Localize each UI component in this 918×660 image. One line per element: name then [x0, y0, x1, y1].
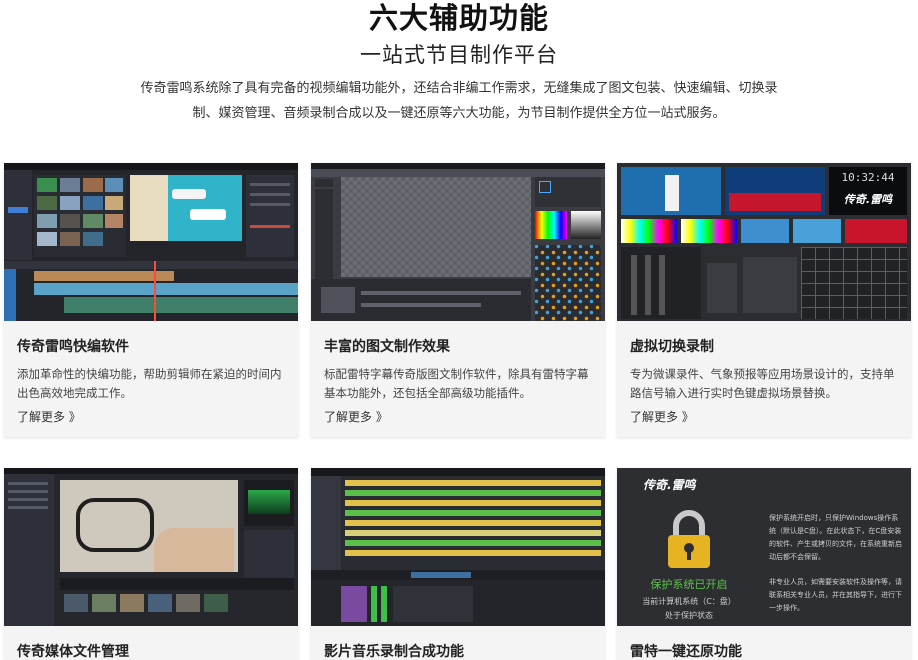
media-screenshot [4, 468, 298, 626]
card-title: 传奇雷鸣快编软件 [17, 339, 129, 355]
protection-status: 保护系统已开启 [650, 578, 728, 591]
section-title: 六大辅助功能 [368, 1, 549, 35]
card-title: 丰富的图文制作效果 [324, 339, 450, 355]
music-screenshot [311, 468, 605, 626]
card-text: 添加革命性的快编功能，帮助剪辑师在紧迫的时间内出色高效地完成工作。 [17, 367, 282, 400]
card-switcher: 10:32:44 传奇.雷鸣 虚拟切换录制 专为微课录件、气象预报等应用场景设计… [617, 163, 911, 437]
card-title: 影片音乐录制合成功能 [324, 644, 464, 660]
section-description: 传奇雷鸣系统除了具有完备的视频编辑功能外，还结合非编工作需求，无缝集成了图文包装… [140, 81, 778, 121]
quick-edit-screenshot [4, 163, 298, 321]
drive-line: 当前计算机系统（C：盘） [642, 597, 736, 606]
card-graphics: 丰富的图文制作效果 标配雷特字幕传奇版图文制作软件，除具有雷特字幕基本功能外，还… [311, 163, 605, 437]
operation-info: 非专业人员，如需要安装软件及操作等，请联系相关专业人员，并在其指导下，进行下一步… [769, 578, 902, 612]
state-line: 处于保护状态 [665, 611, 713, 620]
card-music-recording: 影片音乐录制合成功能 [311, 468, 605, 660]
card-text: 标配雷特字幕传奇版图文制作软件，除具有雷特字幕基本功能外，还包括全部高级功能插件… [324, 367, 589, 400]
card-quick-edit: 传奇雷鸣快编软件 添加革命性的快编功能，帮助剪辑师在紧迫的时间内出色高效地完成工… [4, 163, 298, 437]
section-subtitle: 一站式节目制作平台 [360, 43, 558, 67]
clock-readout: 10:32:44 [841, 171, 895, 184]
learn-more-link[interactable]: 了解更多 》 [17, 408, 81, 425]
switcher-screenshot: 10:32:44 传奇.雷鸣 [617, 163, 911, 321]
card-text: 专为微课录件、气象预报等应用场景设计的，支持单路信号输入进行实时色键虚拟场景替换… [630, 367, 895, 400]
brand-logo: 传奇.雷鸣 [643, 478, 696, 492]
card-one-key-restore: 传奇.雷鸣 保护系统已开启 当前计算机系统（C：盘） 处于保护状态 保护系统开启… [617, 468, 911, 660]
learn-more-link[interactable]: 了解更多 》 [630, 408, 694, 425]
lock-icon [664, 508, 714, 570]
graphics-screenshot [311, 163, 605, 321]
card-title: 传奇媒体文件管理 [17, 644, 129, 660]
learn-more-link[interactable]: 了解更多 》 [324, 408, 388, 425]
restore-screenshot: 传奇.雷鸣 保护系统已开启 当前计算机系统（C：盘） 处于保护状态 保护系统开启… [617, 468, 911, 626]
card-title: 虚拟切换录制 [630, 339, 714, 355]
card-title: 雷特一键还原功能 [630, 644, 742, 660]
protection-info: 保护系统开启时，只保护Windows操作系统（默认是C盘）。在此状态下，在C盘安… [769, 514, 902, 561]
card-media-management: 传奇媒体文件管理 [4, 468, 298, 660]
brand-logo: 传奇.雷鸣 [843, 193, 893, 206]
